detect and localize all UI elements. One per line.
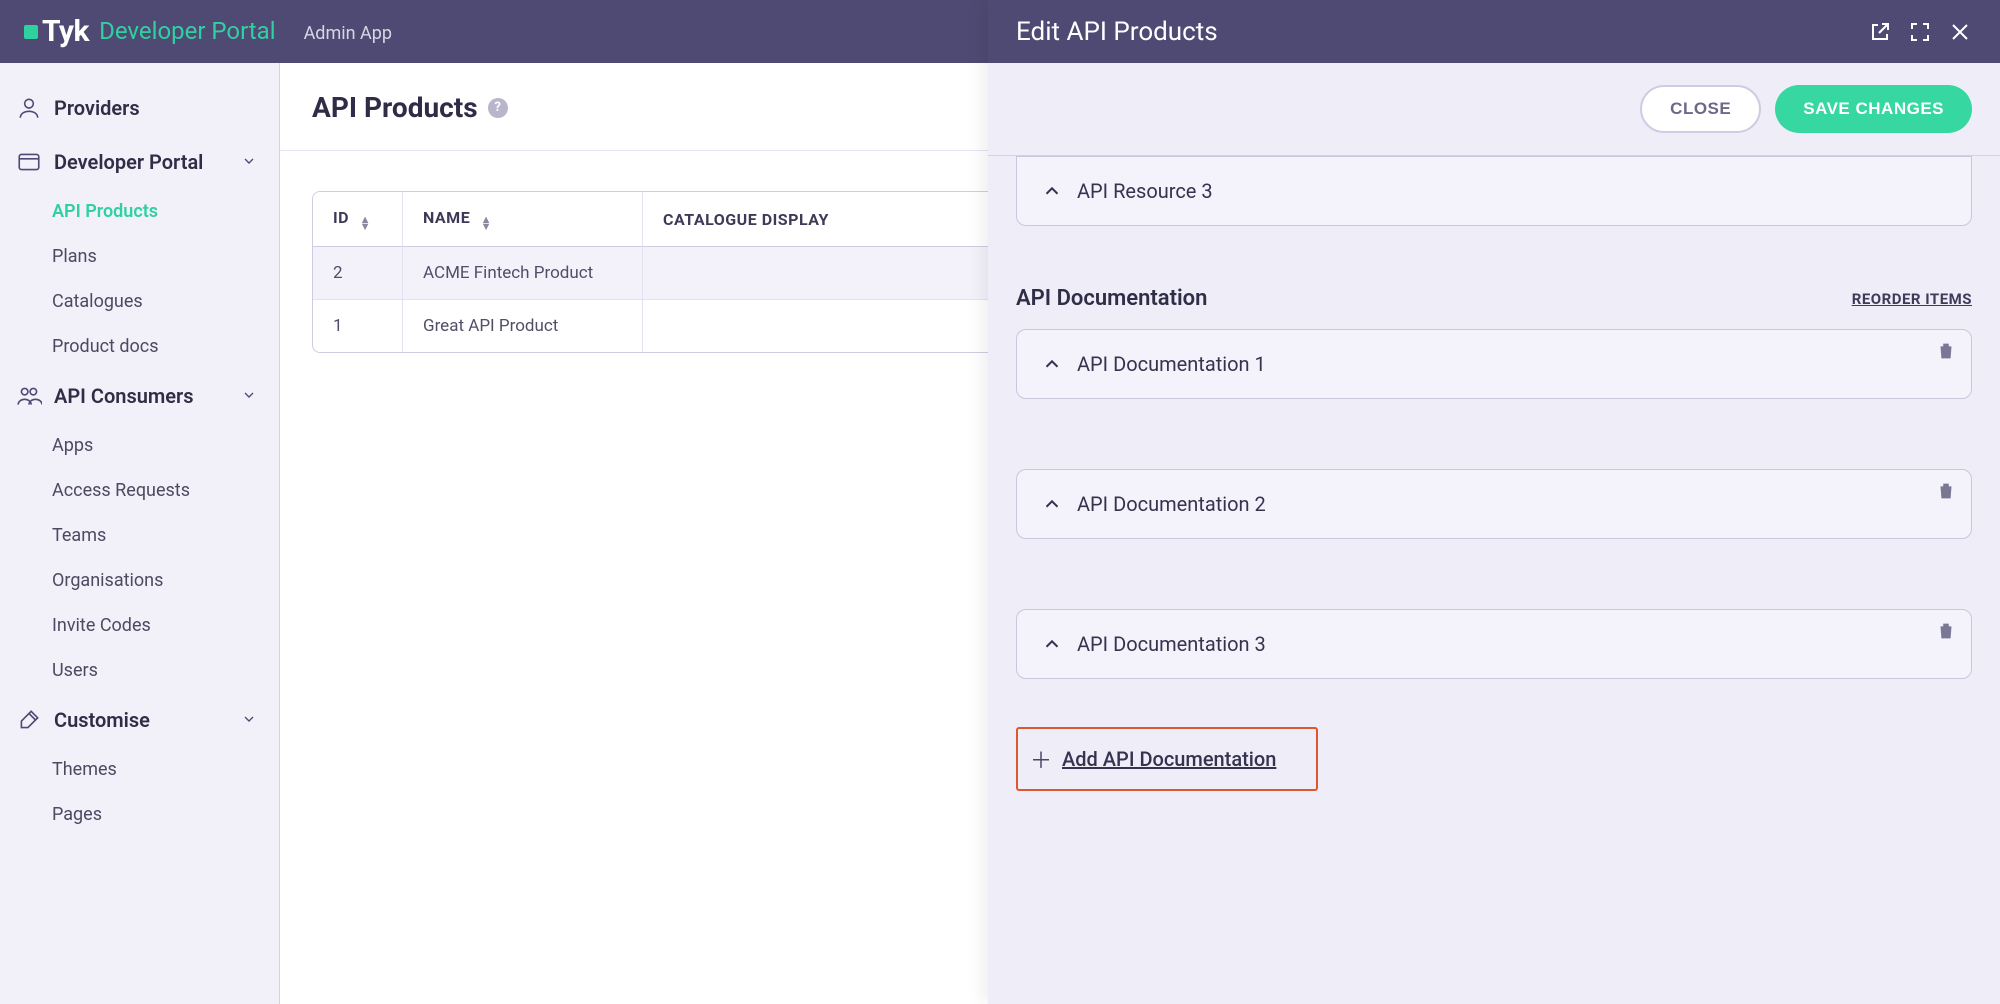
- brand-block: Tyk Developer Portal Admin App: [24, 14, 392, 49]
- doc-card[interactable]: API Documentation 1: [1016, 329, 1972, 399]
- sidebar-item-api-products[interactable]: API Products: [0, 189, 279, 234]
- brand-product: Developer Portal: [99, 17, 275, 45]
- sidebar-item-invite-codes[interactable]: Invite Codes: [0, 603, 279, 648]
- panel-actions: CLOSE SAVE CHANGES: [988, 63, 2000, 156]
- sort-icon: ▲▼: [481, 216, 492, 230]
- sidebar: Providers Developer Portal API Products …: [0, 63, 280, 1004]
- sidebar-section-label: Developer Portal: [54, 150, 203, 174]
- chevron-down-icon: [241, 384, 257, 408]
- brand-logo: Tyk: [24, 14, 89, 49]
- people-icon: [16, 383, 42, 409]
- card-title: API Resource 3: [1077, 179, 1213, 203]
- sidebar-item-apps[interactable]: Apps: [0, 423, 279, 468]
- doc-section-label: API Documentation: [1016, 286, 1207, 311]
- sidebar-item-teams[interactable]: Teams: [0, 513, 279, 558]
- open-new-window-icon[interactable]: [1868, 20, 1892, 44]
- trash-icon[interactable]: [1935, 480, 1957, 502]
- sidebar-item-plans[interactable]: Plans: [0, 234, 279, 279]
- card-title: API Documentation 1: [1077, 352, 1266, 376]
- resource-card[interactable]: API Resource 3: [1016, 156, 1972, 226]
- brand-name: Tyk: [42, 14, 89, 49]
- sidebar-item-themes[interactable]: Themes: [0, 747, 279, 792]
- col-label: ID: [333, 208, 349, 227]
- close-button[interactable]: CLOSE: [1640, 85, 1761, 133]
- chevron-up-icon[interactable]: [1041, 633, 1063, 655]
- sidebar-section-api-consumers[interactable]: API Consumers: [0, 369, 279, 423]
- plus-icon: ＋: [1030, 743, 1052, 775]
- panel-body: API Resource 3 API Documentation REORDER…: [988, 156, 2000, 1004]
- trash-icon[interactable]: [1935, 340, 1957, 362]
- chevron-down-icon: [241, 150, 257, 174]
- sidebar-item-organisations[interactable]: Organisations: [0, 558, 279, 603]
- edit-panel: Edit API Products CLOSE SAVE CHANGES API…: [988, 0, 2000, 1004]
- panel-header: Edit API Products: [988, 0, 2000, 63]
- sidebar-item-catalogues[interactable]: Catalogues: [0, 279, 279, 324]
- sidebar-section-label: API Consumers: [54, 384, 194, 408]
- reorder-items-link[interactable]: REORDER ITEMS: [1852, 290, 1972, 308]
- cell-id: 2: [313, 247, 403, 300]
- doc-card[interactable]: API Documentation 3: [1016, 609, 1972, 679]
- brush-icon: [16, 707, 42, 733]
- close-icon[interactable]: [1948, 20, 1972, 44]
- sidebar-item-access-requests[interactable]: Access Requests: [0, 468, 279, 513]
- col-label: CATALOGUE DISPLAY: [663, 210, 829, 229]
- add-label: Add API Documentation: [1062, 747, 1276, 771]
- sidebar-item-pages[interactable]: Pages: [0, 792, 279, 837]
- chevron-down-icon: [241, 708, 257, 732]
- panel-title: Edit API Products: [1016, 17, 1852, 47]
- doc-card[interactable]: API Documentation 2: [1016, 469, 1972, 539]
- page-title: API Products: [312, 91, 478, 124]
- chevron-up-icon[interactable]: [1041, 353, 1063, 375]
- card-title: API Documentation 2: [1077, 492, 1266, 516]
- window-icon: [16, 149, 42, 175]
- sidebar-section-customise[interactable]: Customise: [0, 693, 279, 747]
- sort-icon: ▲▼: [360, 216, 371, 230]
- card-title: API Documentation 3: [1077, 632, 1266, 656]
- sidebar-section-label: Providers: [54, 96, 140, 120]
- fullscreen-icon[interactable]: [1908, 20, 1932, 44]
- sidebar-item-users[interactable]: Users: [0, 648, 279, 693]
- cell-name: ACME Fintech Product: [403, 247, 643, 300]
- trash-icon[interactable]: [1935, 620, 1957, 642]
- chevron-up-icon[interactable]: [1041, 180, 1063, 202]
- col-label: NAME: [423, 208, 470, 227]
- user-icon: [16, 95, 42, 121]
- tyk-logo-mark: [24, 25, 38, 39]
- sidebar-section-developer-portal[interactable]: Developer Portal: [0, 135, 279, 189]
- add-api-documentation-button[interactable]: ＋ Add API Documentation: [1016, 727, 1318, 791]
- brand-context: Admin App: [304, 23, 392, 44]
- cell-name: Great API Product: [403, 300, 643, 352]
- col-id[interactable]: ID ▲▼: [313, 192, 403, 247]
- cell-id: 1: [313, 300, 403, 352]
- chevron-up-icon[interactable]: [1041, 493, 1063, 515]
- sidebar-section-label: Customise: [54, 708, 150, 732]
- sidebar-item-product-docs[interactable]: Product docs: [0, 324, 279, 369]
- save-button[interactable]: SAVE CHANGES: [1775, 85, 1972, 133]
- sidebar-section-providers[interactable]: Providers: [0, 81, 279, 135]
- help-icon[interactable]: ?: [488, 98, 508, 118]
- doc-section-header: API Documentation REORDER ITEMS: [1016, 286, 1972, 311]
- col-name[interactable]: NAME ▲▼: [403, 192, 643, 247]
